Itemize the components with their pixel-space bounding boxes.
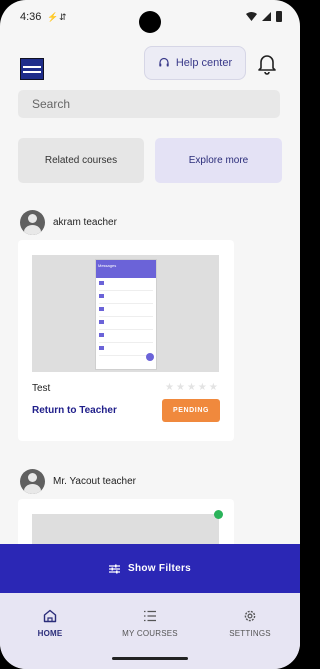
- notification-bell-icon[interactable]: [257, 53, 277, 75]
- star-icon[interactable]: ★: [209, 382, 218, 393]
- preview-header: Messages: [98, 263, 117, 268]
- sliders-icon: [108, 564, 120, 573]
- avatar: [20, 468, 45, 494]
- avatar: [20, 209, 45, 235]
- screenshot-preview: Messages: [95, 259, 157, 370]
- nav-settings[interactable]: SETTINGS: [200, 609, 300, 638]
- related-courses-button[interactable]: Related courses: [18, 138, 144, 183]
- show-filters-label: Show Filters: [127, 563, 192, 574]
- notification-icon: ⚡: [47, 12, 59, 22]
- online-indicator: [214, 510, 223, 519]
- nav-my-courses-label: MY COURSES: [122, 629, 178, 638]
- star-icon[interactable]: ★: [165, 382, 174, 393]
- status-bar: 4:36 ⚡ ⇵: [0, 0, 300, 36]
- list-icon: [144, 610, 156, 622]
- post-card[interactable]: Messages Test ★ ★ ★ ★ ★ Return to Teache…: [18, 240, 234, 441]
- return-to-teacher-link[interactable]: Return to Teacher: [32, 405, 117, 416]
- status-time: 4:36: [20, 11, 42, 23]
- gesture-handle[interactable]: [112, 657, 188, 660]
- post-author-row[interactable]: akram teacher: [20, 209, 117, 235]
- gear-icon: [244, 610, 256, 622]
- star-icon[interactable]: ★: [198, 382, 207, 393]
- post-thumbnail[interactable]: Messages: [32, 255, 219, 372]
- nav-my-courses[interactable]: MY COURSES: [100, 609, 200, 638]
- status-icons: [246, 11, 282, 22]
- wifi-icon: [246, 12, 257, 21]
- headset-icon: [159, 57, 169, 67]
- battery-icon: [276, 11, 282, 22]
- post-title: Test: [32, 383, 51, 394]
- post-author-row[interactable]: Mr. Yacout teacher: [20, 468, 136, 494]
- explore-more-button[interactable]: Explore more: [155, 138, 282, 183]
- camera-cutout: [139, 11, 161, 33]
- status-badge[interactable]: PENDING: [162, 399, 220, 422]
- author-name: Mr. Yacout teacher: [53, 475, 137, 487]
- rating-stars[interactable]: ★ ★ ★ ★ ★: [165, 382, 218, 393]
- star-icon[interactable]: ★: [176, 382, 185, 393]
- show-filters-button[interactable]: Show Filters: [0, 544, 300, 593]
- help-center-button[interactable]: Help center: [144, 46, 246, 80]
- app-logo[interactable]: [20, 58, 44, 80]
- home-icon: [43, 609, 57, 623]
- signal-icon: [262, 12, 271, 21]
- search-input[interactable]: [18, 90, 280, 118]
- app-screen: 4:36 ⚡ ⇵ Help center Related courses Exp…: [0, 0, 300, 669]
- star-icon[interactable]: ★: [187, 382, 196, 393]
- sync-icon: ⇵: [59, 12, 67, 22]
- author-name: akram teacher: [53, 216, 117, 228]
- help-center-label: Help center: [175, 57, 233, 69]
- nav-settings-label: SETTINGS: [229, 629, 271, 638]
- nav-home-label: HOME: [37, 629, 63, 638]
- nav-home[interactable]: HOME: [0, 609, 100, 638]
